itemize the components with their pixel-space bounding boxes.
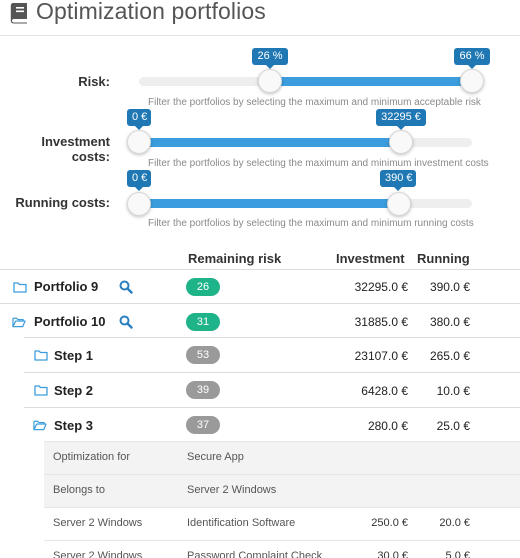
risk-min-bubble: 26 % [252, 48, 288, 69]
detail-row-optimization-for: Optimization for Secure App [44, 441, 520, 474]
investment-max-bubble: 32295 € [376, 109, 426, 130]
running-slider-track[interactable] [139, 199, 472, 208]
table-row[interactable]: Step 1 53 23107.0 € 265.0 € [24, 337, 520, 372]
table-row[interactable]: Step 3 37 280.0 € 25.0 € [24, 407, 520, 441]
column-header-running: Running [417, 251, 470, 266]
risk-badge: 31 [186, 313, 220, 331]
table-row[interactable]: Portfolio 9 26 32295.0 € 390.0 € [0, 269, 520, 303]
page-title: Optimization portfolios [36, 0, 266, 24]
investment-slider-track[interactable] [139, 138, 472, 147]
detail-investment: 30.0 € [377, 550, 408, 558]
column-header-risk: Remaining risk [188, 251, 282, 266]
investment-slider-range [139, 138, 401, 147]
investment-max-handle[interactable] [389, 130, 413, 154]
detail-key: Optimization for [53, 451, 131, 463]
folder-open-icon [12, 317, 26, 328]
table-row[interactable]: Step 2 39 6428.0 € 10.0 € [24, 372, 520, 407]
detail-measure: Identification Software [187, 517, 296, 529]
risk-slider-range [270, 77, 472, 86]
investment-value: 32295.0 € [354, 280, 408, 294]
running-value: 10.0 € [436, 384, 470, 398]
running-value: 380.0 € [429, 315, 470, 329]
detail-running: 20.0 € [439, 517, 470, 529]
risk-badge: 53 [186, 346, 220, 364]
investment-label: Investment costs: [41, 134, 110, 164]
risk-badge: 37 [186, 416, 220, 434]
detail-key: Belongs to [53, 484, 105, 496]
running-slider-range [139, 199, 399, 208]
running-min-bubble: 0 € [127, 170, 151, 191]
running-label: Running costs: [15, 195, 110, 210]
page-header: Optimization portfolios [0, 0, 520, 36]
risk-hint: Filter the portfolios by selecting the m… [148, 97, 481, 108]
risk-slider-track[interactable] [139, 77, 472, 86]
folder-open-icon [33, 420, 47, 431]
running-value: 265.0 € [429, 349, 470, 363]
running-value: 25.0 € [436, 419, 470, 433]
detail-row-measure: Server 2 Windows Password Complaint Chec… [44, 540, 520, 558]
investment-value: 6428.0 € [361, 384, 408, 398]
investment-min-handle[interactable] [127, 130, 151, 154]
book-icon [10, 3, 28, 24]
table-row[interactable]: Portfolio 10 31 31885.0 € 380.0 € [0, 303, 520, 337]
detail-value: Server 2 Windows [187, 484, 277, 496]
running-value: 390.0 € [429, 280, 470, 294]
investment-value: 280.0 € [367, 419, 408, 433]
column-header-investment: Investment [336, 251, 405, 266]
risk-label: Risk: [78, 74, 110, 89]
detail-running: 5.0 € [445, 550, 470, 558]
search-icon[interactable] [119, 315, 133, 329]
running-max-handle[interactable] [387, 192, 411, 216]
running-min-handle[interactable] [127, 192, 151, 216]
investment-value: 31885.0 € [354, 315, 408, 329]
detail-row-belongs-to: Belongs to Server 2 Windows [44, 474, 520, 507]
risk-max-bubble: 66 % [454, 48, 490, 69]
risk-max-handle[interactable] [460, 69, 484, 93]
search-icon[interactable] [119, 280, 133, 294]
risk-badge: 39 [186, 381, 220, 399]
investment-hint: Filter the portfolios by selecting the m… [148, 158, 489, 169]
row-name: Step 1 [54, 348, 94, 363]
folder-icon [34, 350, 48, 361]
row-name: Portfolio 9 [34, 279, 99, 294]
risk-badge: 26 [186, 278, 220, 296]
running-hint: Filter the portfolios by selecting the m… [148, 218, 474, 229]
folder-icon [34, 385, 48, 396]
detail-investment: 250.0 € [371, 517, 408, 529]
running-max-bubble: 390 € [380, 170, 416, 191]
row-name: Step 2 [54, 383, 94, 398]
folder-icon [13, 282, 27, 293]
risk-min-handle[interactable] [258, 69, 282, 93]
detail-asset: Server 2 Windows [53, 517, 143, 529]
row-name: Portfolio 10 [34, 314, 106, 329]
investment-min-bubble: 0 € [127, 109, 151, 130]
investment-value: 23107.0 € [354, 349, 408, 363]
detail-measure: Password Complaint Check [187, 550, 323, 558]
detail-row-measure: Server 2 Windows Identification Software… [44, 507, 520, 540]
detail-value: Secure App [187, 451, 244, 463]
detail-asset: Server 2 Windows [53, 550, 143, 558]
row-name: Step 3 [54, 418, 94, 433]
